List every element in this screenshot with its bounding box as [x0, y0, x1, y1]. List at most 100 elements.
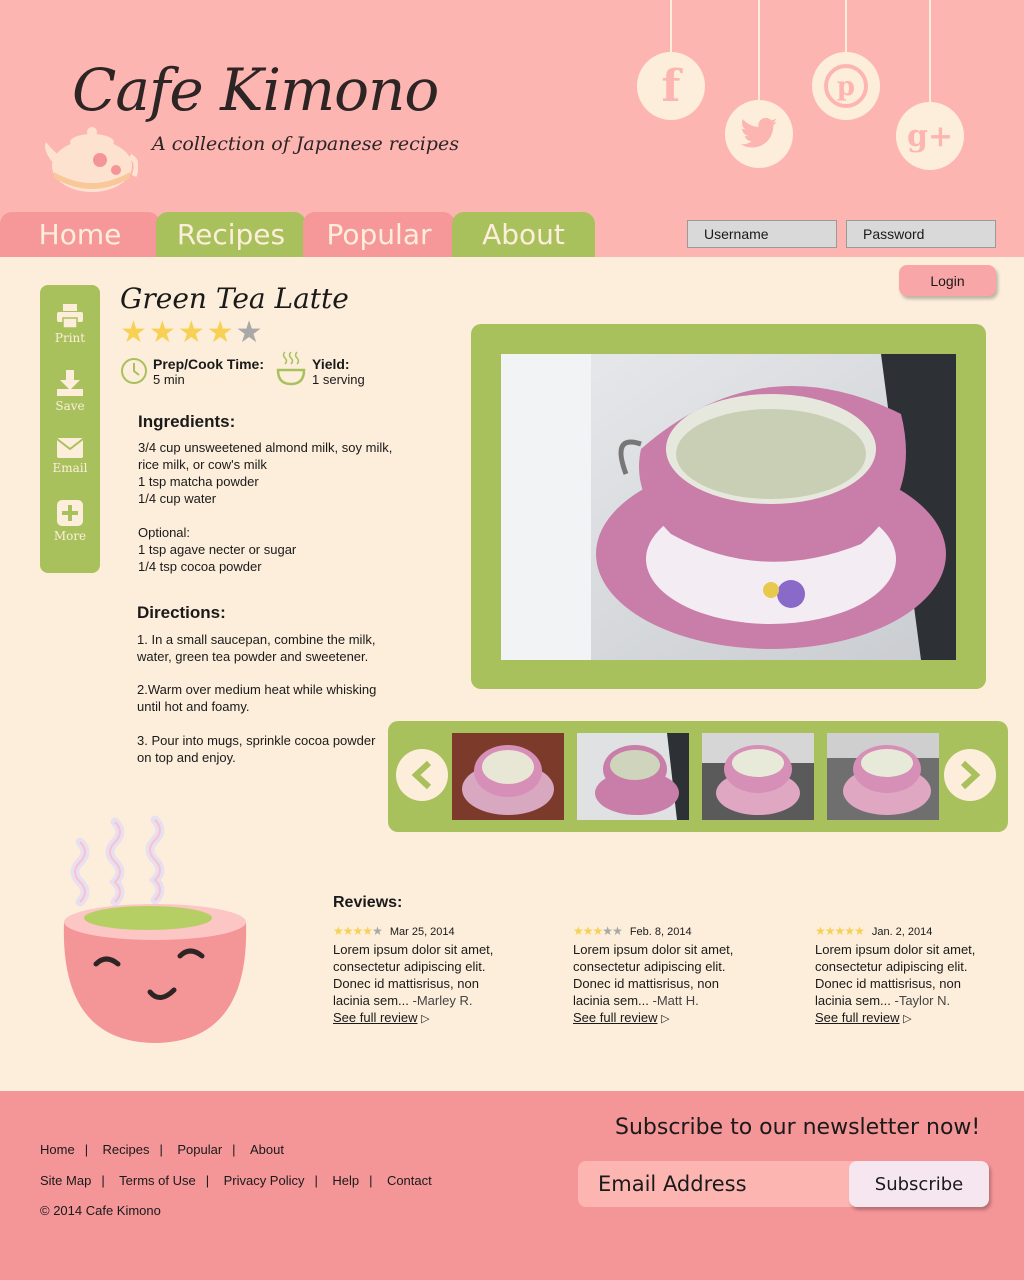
review-date: Feb. 8, 2014 — [629, 926, 692, 938]
string-decoration — [929, 0, 931, 102]
footer-link-help[interactable]: Help — [332, 1173, 359, 1188]
more-label: More — [53, 529, 87, 543]
save-icon — [57, 370, 83, 396]
carousel-thumbnail[interactable] — [827, 733, 939, 820]
print-label: Print — [54, 331, 86, 345]
star-filled-icon: ★ — [148, 316, 176, 349]
reviews-heading: Reviews: — [333, 894, 403, 911]
facebook-icon[interactable]: f — [637, 52, 705, 120]
review-author: -Taylor N. — [894, 993, 951, 1008]
footer-link-recipes[interactable]: Recipes — [103, 1142, 150, 1157]
arrow-circle-icon: ▷ — [903, 1013, 912, 1025]
see-full-review-link[interactable]: See full review — [333, 1010, 418, 1025]
email-button[interactable]: Email — [40, 437, 100, 475]
star-filled-icon: ★ — [177, 316, 205, 349]
newsletter-email-input[interactable] — [578, 1161, 878, 1207]
star-filled-icon: ★ — [120, 316, 147, 349]
tab-about[interactable]: About — [452, 212, 595, 257]
photo-frame — [471, 324, 986, 689]
recipe-rating: ★ ★ ★ ★ ★ — [120, 318, 263, 348]
carousel-thumbnail[interactable] — [702, 733, 814, 820]
review-text: Lorem ipsum dolor sit amet, consectetur … — [333, 942, 494, 1008]
prep-time: Prep/Cook Time: 5 min — [153, 356, 264, 387]
recipe-actions-sidebar: Print Save Email More — [40, 285, 100, 573]
star-filled-icon: ★ — [844, 924, 855, 938]
review-card: ★★★★★ Feb. 8, 2014 Lorem ipsum dolor sit … — [573, 922, 753, 1028]
review-card: ★★★★★ Mar 25, 2014 Lorem ipsum dolor sit … — [333, 922, 513, 1028]
arrow-circle-icon: ▷ — [421, 1013, 430, 1025]
direction-step: 1. In a small saucepan, combine the milk… — [137, 632, 376, 664]
footer-nav-primary: Home | Recipes | Popular | About — [40, 1142, 284, 1157]
footer-link-terms[interactable]: Terms of Use — [119, 1173, 196, 1188]
star-empty-icon: ★ — [235, 316, 263, 349]
star-filled-icon: ★ — [352, 924, 364, 938]
save-button[interactable]: Save — [40, 369, 100, 413]
review-text: Lorem ipsum dolor sit amet, consectetur … — [573, 942, 734, 1008]
star-filled-icon: ★ — [206, 316, 234, 349]
review-author: -Marley R. — [412, 993, 473, 1008]
login-button[interactable]: Login — [899, 265, 996, 296]
print-button[interactable]: Print — [40, 303, 100, 345]
chevron-right-icon — [960, 760, 981, 790]
star-filled-icon: ★ — [592, 924, 604, 938]
yield-label: Yield: — [312, 356, 350, 372]
footer-link-contact[interactable]: Contact — [387, 1173, 432, 1188]
bowl-steam-icon — [276, 350, 306, 391]
arrow-circle-icon: ▷ — [661, 1013, 670, 1025]
google-plus-icon[interactable]: g+ — [896, 102, 964, 170]
tab-home[interactable]: Home — [0, 212, 160, 257]
prep-time-label: Prep/Cook Time: — [153, 356, 264, 372]
star-filled-icon: ★ — [333, 924, 344, 938]
footer-link-privacy[interactable]: Privacy Policy — [224, 1173, 305, 1188]
string-decoration — [845, 0, 847, 52]
string-decoration — [670, 0, 672, 52]
star-empty-icon: ★ — [612, 924, 623, 938]
see-full-review-link[interactable]: See full review — [815, 1010, 900, 1025]
teapot-logo-icon — [42, 120, 139, 197]
pinterest-icon[interactable]: p — [812, 52, 880, 120]
review-card: ★★★★★ Jan. 2, 2014 Lorem ipsum dolor sit … — [815, 922, 995, 1028]
star-empty-icon: ★ — [372, 924, 383, 938]
review-author: -Matt H. — [652, 993, 699, 1008]
review-rating: ★★★★★ — [815, 924, 865, 938]
star-filled-icon: ★ — [342, 924, 354, 938]
site-title[interactable]: Cafe Kimono — [72, 56, 439, 124]
star-filled-icon: ★ — [362, 924, 373, 938]
see-full-review-link[interactable]: See full review — [573, 1010, 658, 1025]
footer-link-about[interactable]: About — [250, 1142, 284, 1157]
site-tagline: A collection of Japanese recipes — [152, 133, 459, 155]
yield: Yield: 1 serving — [312, 356, 365, 387]
footer-link-home[interactable]: Home — [40, 1142, 75, 1157]
star-filled-icon: ★ — [573, 924, 584, 938]
print-icon — [57, 304, 83, 329]
carousel-prev-button[interactable] — [396, 749, 448, 801]
password-input[interactable] — [846, 220, 996, 248]
carousel-thumbnail[interactable] — [452, 733, 564, 820]
star-filled-icon: ★ — [824, 924, 836, 938]
footer-link-popular[interactable]: Popular — [177, 1142, 222, 1157]
review-rating: ★★★★★ — [573, 924, 623, 938]
review-date: Jan. 2, 2014 — [871, 926, 933, 938]
star-filled-icon: ★ — [834, 924, 846, 938]
tab-recipes[interactable]: Recipes — [156, 212, 306, 257]
save-label: Save — [55, 399, 85, 413]
recipe-photo[interactable] — [501, 354, 956, 660]
footer-link-site-map[interactable]: Site Map — [40, 1173, 91, 1188]
plus-icon — [57, 500, 83, 526]
carousel-thumbnail[interactable] — [577, 733, 689, 820]
tab-popular[interactable]: Popular — [303, 212, 455, 257]
chevron-left-icon — [411, 760, 432, 790]
footer-nav-secondary: Site Map | Terms of Use | Privacy Policy | … — [40, 1173, 432, 1188]
svg-text:p: p — [837, 72, 855, 102]
star-filled-icon: ★ — [815, 924, 826, 938]
star-filled-icon: ★ — [854, 924, 865, 938]
twitter-icon[interactable] — [725, 100, 793, 168]
subscribe-button[interactable]: Subscribe — [849, 1161, 989, 1207]
newsletter-heading: Subscribe to our newsletter now! — [615, 1115, 981, 1140]
star-empty-icon: ★ — [602, 924, 613, 938]
more-button[interactable]: More — [40, 499, 100, 543]
copyright: © 2014 Cafe Kimono — [40, 1203, 161, 1218]
carousel-next-button[interactable] — [944, 749, 996, 801]
username-input[interactable] — [687, 220, 837, 248]
tea-bowl-mascot-icon — [60, 812, 250, 1052]
